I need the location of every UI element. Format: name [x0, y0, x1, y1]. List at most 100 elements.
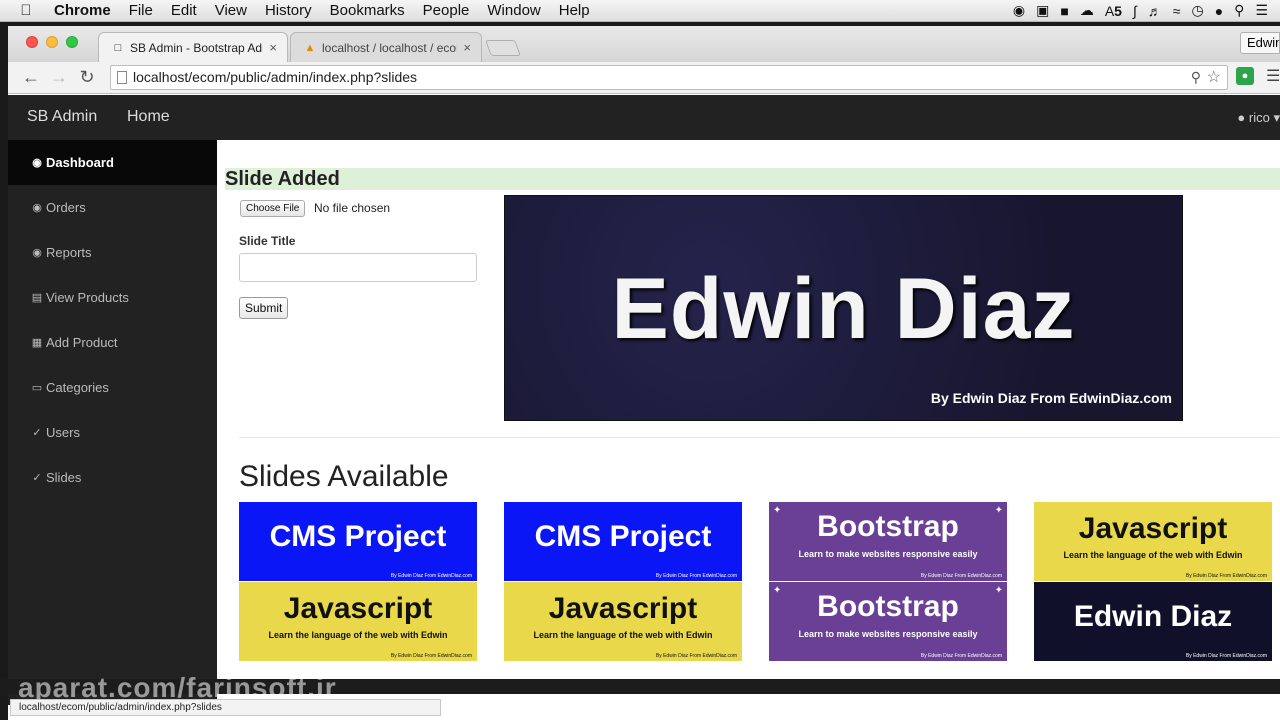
window-close-button[interactable]	[26, 36, 38, 48]
list-icon[interactable]: ☰	[1255, 2, 1268, 19]
bookmark-star-icon[interactable]: ☆	[1207, 66, 1221, 89]
status-icons: ◉ ▣ ■ ☁ A5 ∫ ♬ ≈ ◷ ● ⚲ ☰	[1013, 2, 1280, 19]
clock-icon[interactable]: ◷	[1191, 2, 1203, 19]
thumbnail-subtitle: Learn to make websites responsive easily	[798, 549, 978, 559]
menu-app-name[interactable]: Chrome	[52, 2, 120, 19]
bluetooth-icon[interactable]: ∫	[1133, 3, 1137, 19]
sidebar-item-label: Users	[46, 425, 80, 440]
tab-title: localhost / localhost / ecom	[322, 40, 458, 55]
menu-help[interactable]: Help	[550, 2, 599, 19]
menu-people[interactable]: People	[414, 2, 479, 19]
thumbnail-title: Bootstrap	[817, 510, 959, 543]
cloud-icon[interactable]: ☁	[1080, 2, 1094, 19]
wifi-icon[interactable]: ≈	[1173, 3, 1181, 19]
slide-thumbnail[interactable]: ✦ ✦ Bootstrap Learn to make websites res…	[769, 502, 1007, 661]
sidebar-item-categories[interactable]: ▭ Categories	[8, 365, 217, 410]
thumbnail-title: Javascript	[548, 592, 698, 625]
table-icon: ▦	[31, 337, 43, 349]
new-tab-button[interactable]	[485, 40, 521, 56]
sidebar: ◉ Dashboard ◉ Orders ◉ Reports ▤ View Pr…	[8, 140, 217, 705]
apple-icon[interactable]: 	[0, 2, 52, 19]
user-menu[interactable]: ● rico ▾	[1237, 110, 1280, 126]
reload-icon[interactable]: ↻	[76, 66, 98, 88]
thumbnail-top-half: CMS Project By Edwin Diaz From EdwinDiaz…	[239, 502, 477, 581]
menu-edit[interactable]: Edit	[162, 2, 206, 19]
volume-icon[interactable]: ♬	[1148, 3, 1162, 19]
chrome-menu-icon[interactable]: ☰	[1266, 66, 1280, 86]
user-name: rico	[1248, 110, 1270, 125]
slide-title-input[interactable]	[239, 253, 477, 282]
menu-file[interactable]: File	[120, 2, 162, 19]
choose-file-button[interactable]: Choose File	[240, 200, 306, 217]
thumbnail-byline: By Edwin Diaz From EdwinDiaz.com	[1185, 653, 1267, 659]
sidebar-item-label: Reports	[46, 245, 92, 260]
tab-close-icon[interactable]: ×	[463, 40, 471, 55]
sidebar-item-label: Add Product	[46, 335, 118, 350]
user-icon[interactable]: ●	[1215, 3, 1223, 19]
thumbnail-byline: By Edwin Diaz From EdwinDiaz.com	[655, 653, 737, 659]
slide-thumbnail[interactable]: CMS Project By Edwin Diaz From EdwinDiaz…	[239, 502, 477, 661]
menu-history[interactable]: History	[256, 2, 321, 19]
sidebar-item-view-products[interactable]: ▤ View Products	[8, 275, 217, 320]
phpmyadmin-favicon-icon: ▲	[304, 41, 316, 54]
tab-close-icon[interactable]: ×	[269, 40, 277, 55]
thumbnail-byline: By Edwin Diaz From EdwinDiaz.com	[390, 653, 472, 659]
spotlight-icon[interactable]: ⚲	[1234, 2, 1244, 19]
keyboard-icon[interactable]: A5	[1105, 3, 1122, 19]
preview-title: Edwin Diaz	[611, 261, 1076, 357]
main-content: Slide Added Choose File No file chosen S…	[217, 140, 1280, 705]
divider	[239, 437, 1279, 438]
thumbnail-title: Javascript	[283, 592, 433, 625]
page-favicon-icon: □	[114, 41, 122, 54]
screen-icon[interactable]: ▣	[1036, 2, 1049, 19]
status-url-bubble: localhost/ecom/public/admin/index.php?sl…	[10, 699, 441, 716]
thumbnail-byline: By Edwin Diaz From EdwinDiaz.com	[920, 653, 1002, 659]
sidebar-item-users[interactable]: ✓ Users	[8, 410, 217, 455]
window-maximize-button[interactable]	[66, 36, 78, 48]
back-arrow-icon[interactable]: ←	[20, 66, 42, 88]
slide-thumbnail[interactable]: CMS Project By Edwin Diaz From EdwinDiaz…	[504, 502, 742, 661]
home-link[interactable]: Home	[127, 108, 170, 126]
zoom-icon[interactable]: ⚲	[1191, 66, 1201, 89]
tab-phpmyadmin[interactable]: ▲ localhost / localhost / ecom ×	[290, 32, 482, 62]
wrench-icon: ✓	[32, 472, 42, 484]
tab-strip: □ SB Admin - Bootstrap Adm × ▲ localhost…	[8, 26, 1280, 62]
sidebar-item-reports[interactable]: ◉ Reports	[8, 230, 217, 275]
page-icon	[117, 71, 127, 84]
menu-bookmarks[interactable]: Bookmarks	[321, 2, 414, 19]
sidebar-item-dashboard[interactable]: ◉ Dashboard	[8, 140, 217, 185]
submit-button[interactable]: Submit	[239, 297, 289, 319]
profile-button[interactable]: Edwin	[1240, 32, 1280, 54]
wrench-icon: ✓	[32, 427, 42, 439]
slide-thumbnail[interactable]: Javascript Learn the language of the web…	[1034, 502, 1272, 661]
menu-view[interactable]: View	[206, 2, 256, 19]
camera-icon[interactable]: ■	[1060, 3, 1068, 19]
sidebar-item-add-product[interactable]: ▦ Add Product	[8, 320, 217, 365]
success-alert: Slide Added	[225, 168, 1280, 190]
tab-sb-admin[interactable]: □ SB Admin - Bootstrap Adm ×	[98, 32, 288, 62]
thumbnail-bottom-half: ✦ ✦ Bootstrap Learn to make websites res…	[769, 582, 1007, 661]
sidebar-item-orders[interactable]: ◉ Orders	[8, 185, 217, 230]
address-bar[interactable]: localhost/ecom/public/admin/index.php?sl…	[110, 65, 1228, 90]
desktop-icon: ▭	[31, 382, 43, 394]
thumbnail-byline: By Edwin Diaz From EdwinDiaz.com	[655, 573, 737, 579]
window-minimize-button[interactable]	[46, 36, 58, 48]
sidebar-item-label: Orders	[46, 200, 86, 215]
thumbnail-title: Edwin Diaz	[1073, 600, 1233, 633]
menu-window[interactable]: Window	[478, 2, 549, 19]
tab-title: SB Admin - Bootstrap Adm	[130, 40, 264, 55]
dashboard-icon: ◉	[32, 157, 42, 169]
thumbnail-subtitle: Learn the language of the web with Edwin	[1063, 550, 1243, 560]
sidebar-item-slides[interactable]: ✓ Slides	[8, 455, 217, 500]
sidebar-item-label: Slides	[46, 470, 82, 485]
extension-icon[interactable]: ●	[1236, 67, 1254, 85]
brand-link[interactable]: SB Admin	[27, 108, 97, 126]
sidebar-item-label: View Products	[46, 290, 129, 305]
web-page: SB Admin Home ● rico ▾ ◉ Dashboard ◉ Ord…	[8, 95, 1280, 705]
thumbnail-subtitle: Learn to make websites responsive easily	[798, 629, 978, 639]
sidebar-item-label: Categories	[46, 380, 109, 395]
record-icon[interactable]: ◉	[1013, 2, 1025, 19]
dashboard-icon: ◉	[32, 202, 42, 214]
browser-window: □ SB Admin - Bootstrap Adm × ▲ localhost…	[8, 26, 1280, 720]
forward-arrow-icon[interactable]: →	[48, 66, 70, 88]
